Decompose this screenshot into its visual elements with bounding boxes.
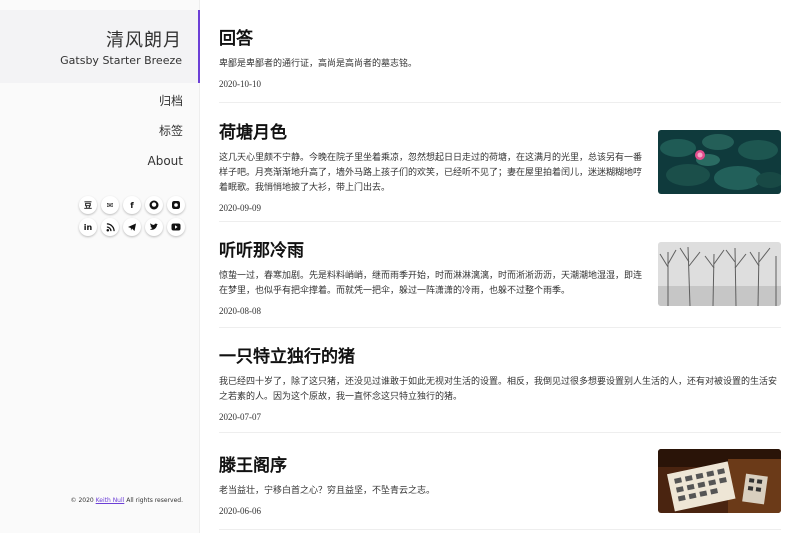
post-item: 一只特立独行的猪 我已经四十岁了，除了这只猪，还没见过谁敢于如此无视对生活的设置… [219,346,781,433]
post-item: 听听那冷雨 惊蛰一过，春寒加剧。先是料料峭峭，继而雨季开始，时而淋淋漓漓，时而淅… [219,240,781,328]
github-icon[interactable] [145,196,163,214]
post-date: 2020-06-06 [219,506,261,516]
post-excerpt: 老当益壮，宁移白首之心？穷且益坚，不坠青云之志。 [219,485,436,495]
post-excerpt: 这几天心里颇不宁静。今晚在院子里坐着乘凉，忽然想起日日走过的荷塘，在这满月的光里… [219,152,643,192]
linkedin-icon[interactable]: in [79,218,97,236]
youtube-icon[interactable] [167,218,185,236]
copyright-prefix: © 2020 [70,497,94,504]
instagram-icon[interactable] [167,196,185,214]
lotus-pond-image[interactable] [658,130,781,194]
copyright-suffix: All rights reserved. [126,497,183,504]
post-date: 2020-07-07 [219,412,261,422]
douban-icon[interactable]: 豆 [79,196,97,214]
post-date: 2020-10-10 [219,79,261,89]
post-date: 2020-09-09 [219,203,261,213]
main-nav: 归档 标签 About [148,92,183,182]
post-title[interactable]: 荷塘月色 [219,122,649,144]
post-excerpt: 卑鄙是卑鄙者的通行证，高尚是高尚者的墓志铭。 [219,58,418,68]
post-title[interactable]: 听听那冷雨 [219,240,649,262]
brand-block[interactable]: 清风朗月 Gatsby Starter Breeze [0,10,200,83]
social-links: 豆 ✉ f in [75,196,185,240]
calligraphy-image[interactable] [658,449,781,513]
nav-item-tags[interactable]: 标签 [148,122,183,152]
site-subtitle: Gatsby Starter Breeze [60,54,182,67]
nav-item-archive[interactable]: 归档 [148,92,183,122]
nav-item-about[interactable]: About [148,152,183,182]
post-item: 荷塘月色 这几天心里颇不宁静。今晚在院子里坐着乘凉，忽然想起日日走过的荷塘，在这… [219,122,781,222]
post-excerpt: 我已经四十岁了，除了这只猪，还没见过谁敢于如此无视对生活的设置。相反，我倒见过很… [219,376,778,401]
post-date: 2020-08-08 [219,306,261,316]
twitter-icon[interactable] [145,218,163,236]
post-excerpt: 惊蛰一过，春寒加剧。先是料料峭峭，继而雨季开始，时而淋淋漓漓，时而淅淅沥沥，天潮… [219,270,643,295]
author-link[interactable]: Keith Null [96,497,125,504]
post-title[interactable]: 滕王阁序 [219,455,649,477]
sidebar: 清风朗月 Gatsby Starter Breeze 归档 标签 About 豆… [0,0,200,533]
post-item: 回答 卑鄙是卑鄙者的通行证，高尚是高尚者的墓志铭。 2020-10-10 [219,28,781,103]
facebook-icon[interactable]: f [123,196,141,214]
post-item: 滕王阁序 老当益壮，宁移白首之心？穷且益坚，不坠青云之志。 2020-06-06 [219,449,781,530]
site-title[interactable]: 清风朗月 [106,26,182,52]
mail-icon[interactable]: ✉ [101,196,119,214]
post-title[interactable]: 一只特立独行的猪 [219,346,781,368]
copyright-footer: © 2020 Keith Null All rights reserved. [71,497,183,504]
rss-icon[interactable] [101,218,119,236]
winter-trees-image[interactable] [658,242,781,306]
telegram-icon[interactable] [123,218,141,236]
post-title[interactable]: 回答 [219,28,781,50]
